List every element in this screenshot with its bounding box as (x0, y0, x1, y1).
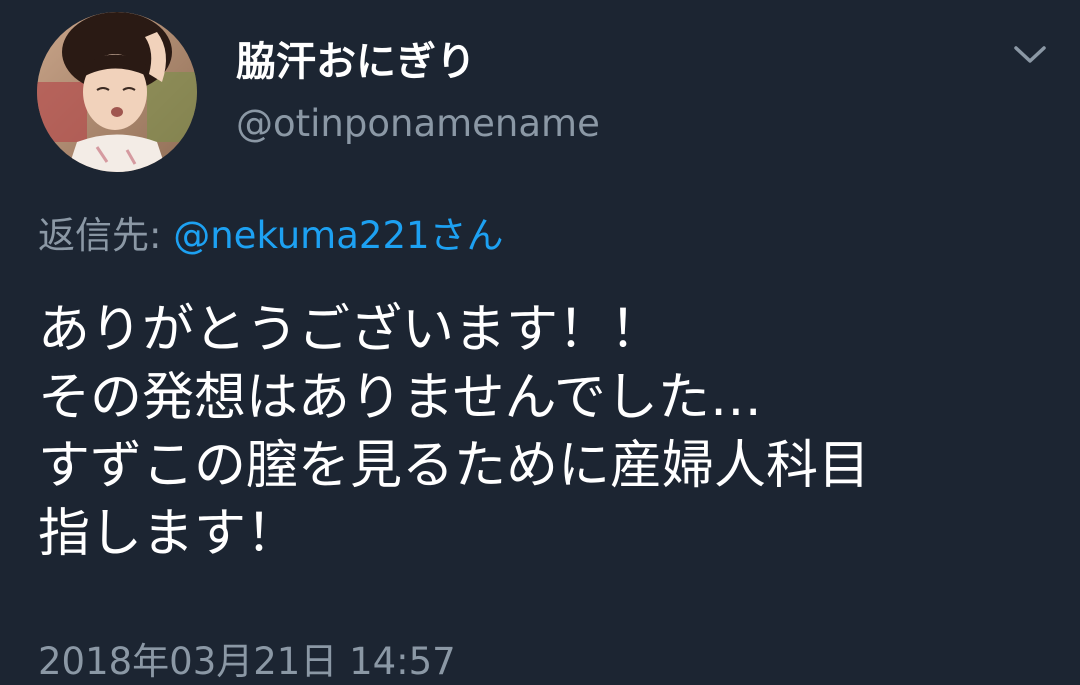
reply-context: 返信先: @nekuma221さん (38, 212, 504, 260)
avatar-photo-icon (37, 12, 197, 172)
author-avatar[interactable] (37, 12, 197, 172)
tweet-text-line: すずこの膣を見るために産婦人科目 (38, 436, 871, 496)
tweet-text-line: 指します！ (38, 504, 299, 564)
tweet-text-line: ありがとうございます！！ (38, 300, 663, 360)
tweet-menu-button[interactable] (1008, 36, 1052, 72)
reply-prefix-label: 返信先: (38, 214, 174, 257)
tweet-text: ありがとうございます！！ その発想はありませんでした… すずこの膣を見るために産… (38, 296, 1068, 568)
reply-mention-link[interactable]: @nekuma221さん (173, 214, 503, 257)
chevron-down-icon (1014, 46, 1046, 63)
tweet-text-line: その発想はありませんでした… (38, 368, 762, 428)
tweet-timestamp: 2018年03月21日 14:57 (38, 640, 456, 683)
author-handle[interactable]: @otinponamename (236, 100, 600, 148)
author-display-name[interactable]: 脇汗おにぎり (236, 38, 476, 86)
